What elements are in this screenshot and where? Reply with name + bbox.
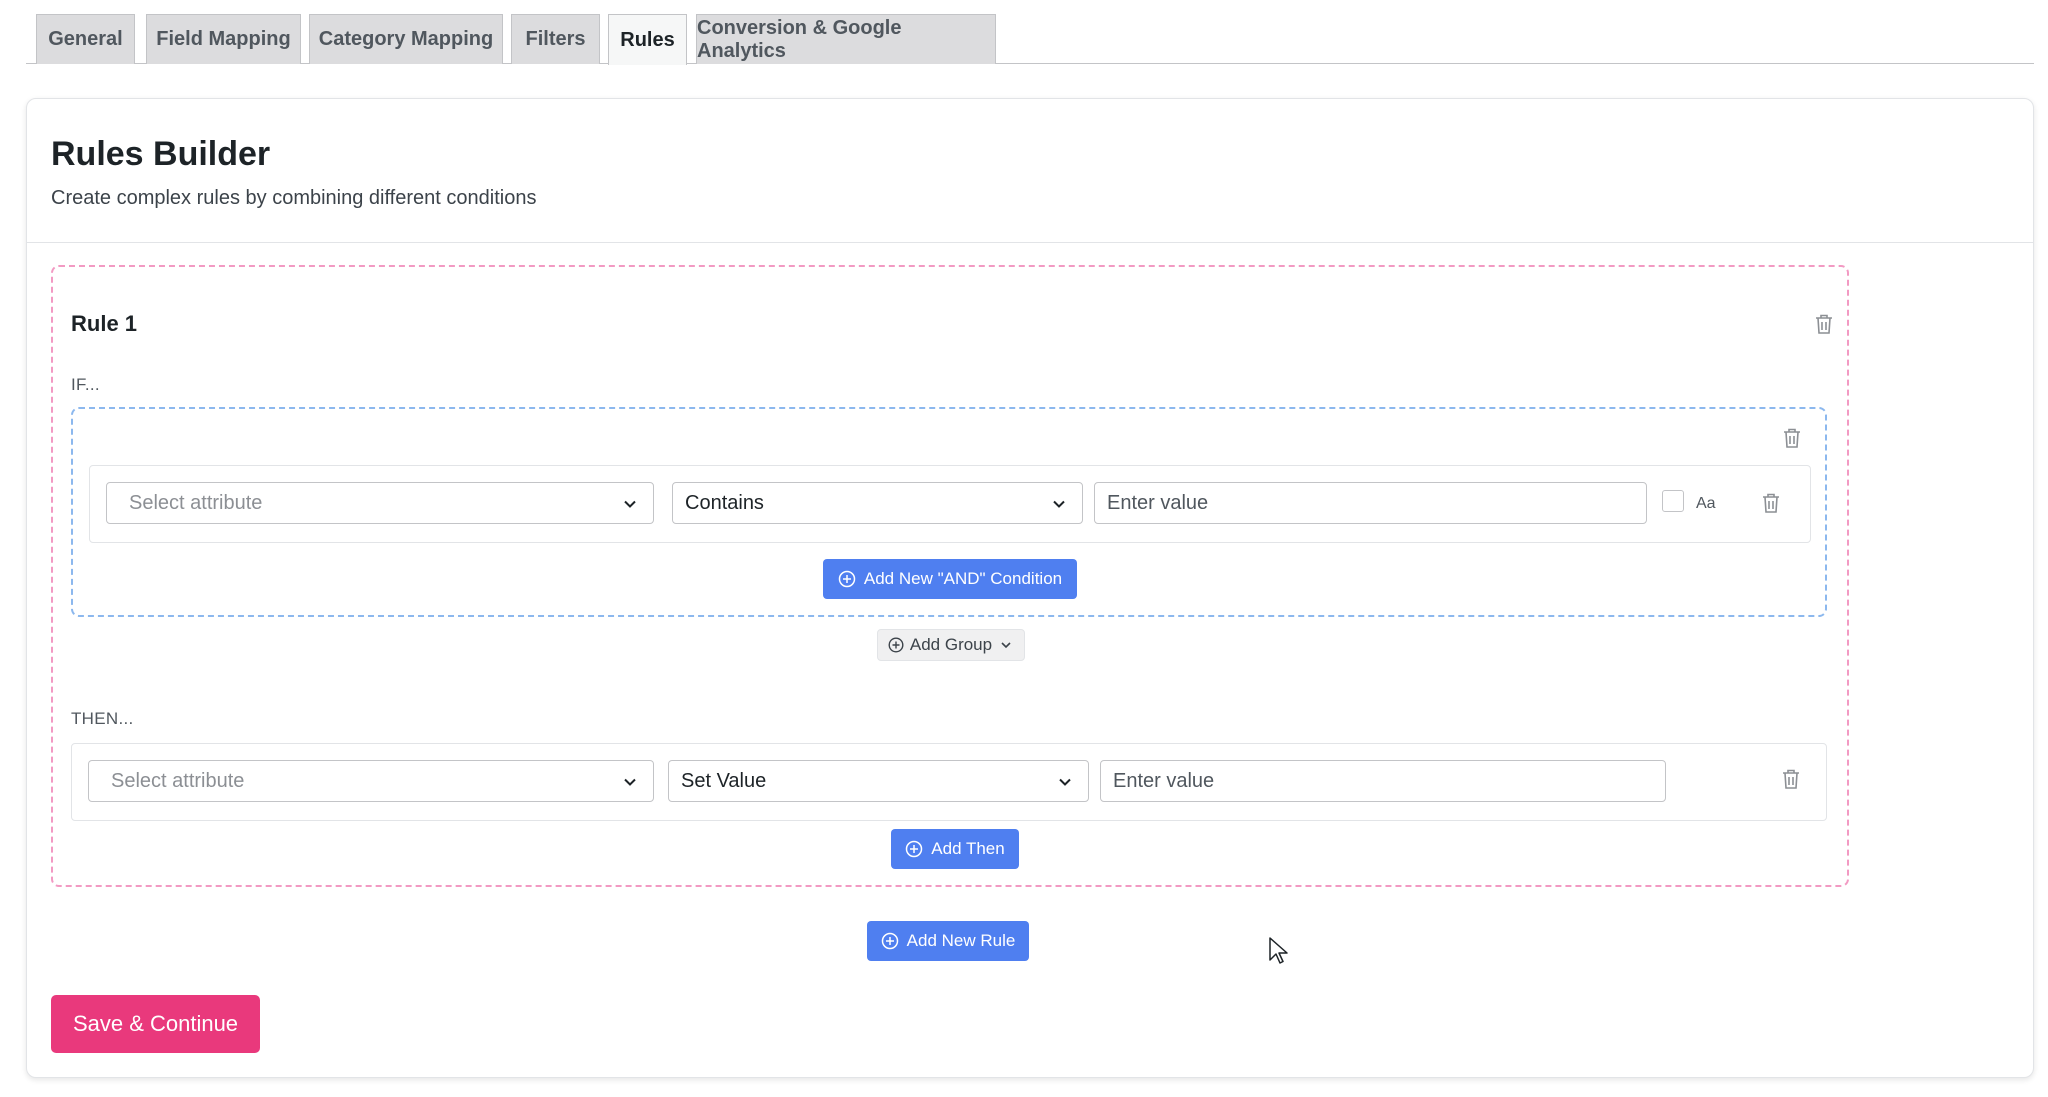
plus-circle-icon — [888, 637, 904, 653]
settings-tabs: General Field Mapping Category Mapping F… — [26, 14, 2034, 65]
delete-condition-trash-icon[interactable] — [1758, 490, 1784, 516]
add-then-button[interactable]: Add Then — [891, 829, 1019, 869]
page-title: Rules Builder — [51, 135, 271, 173]
chevron-down-icon — [1001, 642, 1011, 649]
add-group-button[interactable]: Add Group — [877, 629, 1025, 661]
condition-attribute-select[interactable]: Select attribute — [106, 482, 654, 524]
tab-rules[interactable]: Rules — [608, 14, 687, 65]
plus-circle-icon — [838, 570, 856, 588]
add-and-condition-button[interactable]: Add New "AND" Condition — [823, 559, 1077, 599]
condition-group: Select attribute Contains Aa Add New "AN… — [71, 407, 1827, 617]
tab-filters[interactable]: Filters — [511, 14, 600, 64]
delete-action-trash-icon[interactable] — [1778, 766, 1804, 792]
case-sensitive-label: Aa — [1696, 495, 1716, 512]
delete-rule-trash-icon[interactable] — [1811, 311, 1837, 337]
delete-group-trash-icon[interactable] — [1779, 425, 1805, 451]
plus-circle-icon — [906, 840, 923, 858]
plus-circle-icon — [881, 932, 898, 950]
tab-conversion-google-analytics[interactable]: Conversion & Google Analytics — [696, 14, 996, 64]
action-value-input[interactable] — [1100, 760, 1666, 802]
action-operation-select[interactable]: Set Value — [668, 760, 1089, 802]
rules-card: Rules Builder Create complex rules by co… — [26, 98, 2034, 1078]
then-label: THEN... — [71, 709, 134, 728]
case-sensitive-checkbox[interactable] — [1662, 490, 1684, 512]
tab-field-mapping[interactable]: Field Mapping — [146, 14, 301, 64]
condition-operator-select[interactable]: Contains — [672, 482, 1083, 524]
save-continue-button[interactable]: Save & Continue — [51, 995, 260, 1053]
action-attribute-select[interactable]: Select attribute — [88, 760, 654, 802]
card-header: Rules Builder Create complex rules by co… — [27, 99, 2033, 243]
if-label: IF... — [71, 375, 100, 394]
rule-box: Rule 1 IF... Select attribute Contains E… — [51, 265, 1849, 887]
page-subtitle: Create complex rules by combining differ… — [51, 187, 537, 209]
tab-category-mapping[interactable]: Category Mapping — [309, 14, 503, 64]
condition-value-input[interactable] — [1094, 482, 1647, 524]
tab-general[interactable]: General — [36, 14, 135, 64]
condition-row: Select attribute Contains Aa — [89, 465, 1811, 543]
add-new-rule-button[interactable]: Add New Rule — [867, 921, 1029, 961]
action-row: Select attribute Set Value — [71, 743, 1827, 821]
rule-title: Rule 1 — [71, 311, 138, 336]
mouse-cursor-icon — [1269, 937, 1288, 964]
